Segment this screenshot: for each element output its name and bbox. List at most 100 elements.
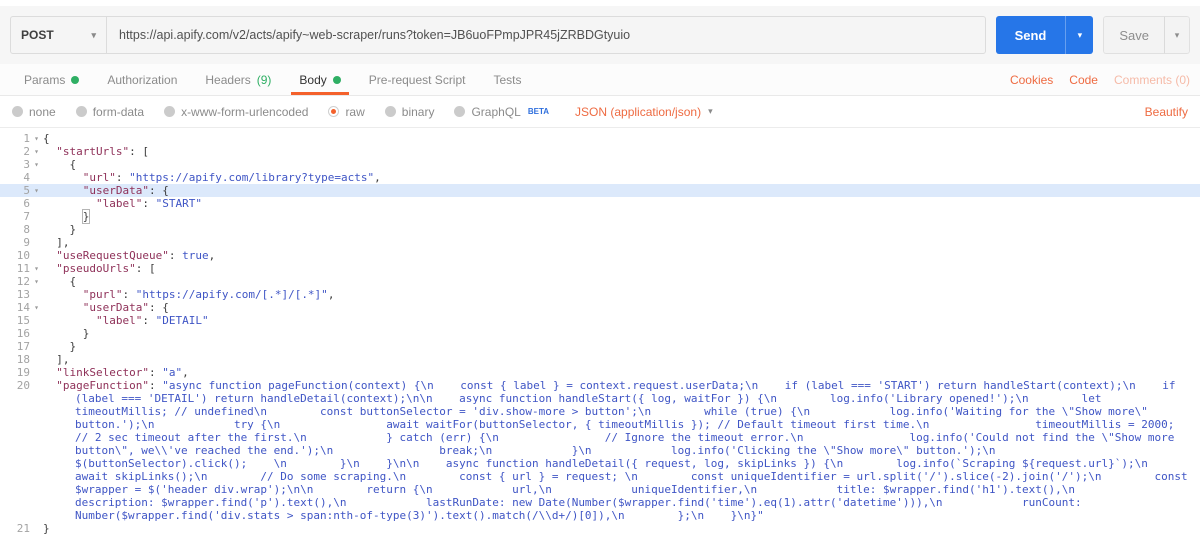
tab-headers[interactable]: Headers (9) <box>191 64 285 95</box>
fold-toggle-icon[interactable]: ▾ <box>30 158 43 171</box>
tab-tests[interactable]: Tests <box>479 64 535 95</box>
fold-toggle-icon[interactable]: ▾ <box>30 145 43 158</box>
code-line-10[interactable]: 10 "useRequestQueue": true, <box>0 249 1200 262</box>
save-button-group: Save ▾ <box>1103 16 1190 54</box>
line-number: 12 <box>16 275 30 288</box>
request-links: Cookies Code Comments (0) <box>1010 64 1190 95</box>
method-url-group: POST ▾ <box>10 16 986 54</box>
code-line-1[interactable]: 1 ▾{ <box>0 132 1200 145</box>
body-mode-label: GraphQL <box>471 104 521 119</box>
code-line-13[interactable]: 13 "purl": "https://apify.com/[.*]/[.*]"… <box>0 288 1200 301</box>
code-text: ], <box>43 236 70 249</box>
code-line-20[interactable]: 20 "pageFunction": "async function pageF… <box>0 379 1200 522</box>
beautify-link[interactable]: Beautify <box>1145 105 1188 119</box>
code-line-21[interactable]: 21} <box>0 522 1200 535</box>
code-text: "label": "START" <box>95 197 202 210</box>
code-text: "startUrls": [ <box>56 145 149 158</box>
code-line-11[interactable]: 11 ▾ "pseudoUrls": [ <box>0 262 1200 275</box>
send-options-button[interactable]: ▾ <box>1065 16 1094 54</box>
code-line-14[interactable]: 14 ▾ "userData": { <box>0 301 1200 314</box>
fold-toggle-icon[interactable]: ▾ <box>30 275 43 288</box>
body-mode-graphql[interactable]: GraphQL BETA <box>454 105 549 119</box>
send-button[interactable]: Send <box>995 16 1066 54</box>
fold-toggle-icon[interactable]: ▾ <box>30 132 43 145</box>
save-button[interactable]: Save <box>1103 16 1164 54</box>
tab-pre-request-script[interactable]: Pre-request Script <box>355 64 480 95</box>
radio-icon <box>75 106 87 117</box>
tab-label: Body <box>299 72 327 87</box>
code-text: { <box>43 275 77 288</box>
code-line-16[interactable]: 16 } <box>0 327 1200 340</box>
code-line-18[interactable]: 18 ], <box>0 353 1200 366</box>
body-mode-none[interactable]: none <box>12 105 56 119</box>
radio-icon <box>12 106 23 117</box>
code-line-15[interactable]: 15 "label": "DETAIL" <box>0 314 1200 327</box>
code-text: "label": "DETAIL" <box>95 314 209 327</box>
line-number: 6 <box>23 197 30 210</box>
line-number: 2 <box>23 145 30 158</box>
code-line-4[interactable]: 4 "url": "https://apify.com/library?type… <box>0 171 1200 184</box>
code-text: "url": "https://apify.com/library?type=a… <box>82 171 381 184</box>
code-line-9[interactable]: 9 ], <box>0 236 1200 249</box>
line-number: 4 <box>23 171 30 184</box>
code-text: "useRequestQueue": true, <box>56 249 216 262</box>
code-line-19[interactable]: 19 "linkSelector": "a", <box>0 366 1200 379</box>
url-input[interactable] <box>107 17 985 53</box>
method-select[interactable]: POST ▾ <box>11 17 107 53</box>
code-line-3[interactable]: 3 ▾ { <box>0 158 1200 171</box>
fold-toggle-icon[interactable]: ▾ <box>30 184 43 197</box>
code-line-8[interactable]: 8 } <box>0 223 1200 236</box>
content-type-label: JSON (application/json) <box>575 104 702 119</box>
code-line-7[interactable]: 7 } <box>0 209 1200 224</box>
code-text: "pseudoUrls": [ <box>56 262 156 275</box>
line-number: 18 <box>16 353 30 366</box>
chevron-down-icon: ▾ <box>708 106 713 116</box>
line-number: 17 <box>16 340 30 353</box>
tab-authorization[interactable]: Authorization <box>93 64 191 95</box>
comments-0-link[interactable]: Comments (0) <box>1114 73 1190 87</box>
request-tabs-bar: Params Authorization Headers (9) Body Pre-req… <box>0 64 1200 96</box>
radio-icon <box>164 106 176 117</box>
tab-label: Headers <box>205 72 251 87</box>
body-mode-x-www-form-urlencoded[interactable]: x-www-form-urlencoded <box>164 105 308 119</box>
content-type-select[interactable]: JSON (application/json) ▾ <box>575 105 713 119</box>
code-line-12[interactable]: 12 ▾ { <box>0 275 1200 288</box>
code-line-17[interactable]: 17 } <box>0 340 1200 353</box>
fold-toggle-icon[interactable]: ▾ <box>30 301 43 314</box>
code-editor[interactable]: 1 ▾{2 ▾ "startUrls": [3 ▾ {4 "url": "https:… <box>0 128 1200 535</box>
save-options-button[interactable]: ▾ <box>1164 16 1190 54</box>
body-mode-raw[interactable]: raw <box>328 105 365 119</box>
tab-params[interactable]: Params <box>10 64 93 95</box>
line-number: 5 <box>23 184 30 197</box>
line-number: 11 <box>16 262 30 275</box>
tab-label: Params <box>24 72 66 87</box>
code-text: "userData": { <box>82 184 169 197</box>
line-number: 19 <box>16 366 30 379</box>
body-mode-label: binary <box>401 104 435 119</box>
tab-body[interactable]: Body <box>285 64 354 95</box>
fold-toggle-icon[interactable]: ▾ <box>30 262 43 275</box>
body-mode-form-data[interactable]: form-data <box>75 105 144 119</box>
request-url-bar: POST ▾ Send ▾ Save ▾ <box>0 6 1200 64</box>
chevron-down-icon: ▾ <box>1077 29 1083 40</box>
tab-label: Tests <box>493 72 522 87</box>
code-link[interactable]: Code <box>1069 73 1098 87</box>
radio-icon <box>384 106 396 117</box>
body-mode-binary[interactable]: binary <box>384 104 435 119</box>
line-number: 3 <box>23 158 30 171</box>
cookies-link[interactable]: Cookies <box>1010 73 1053 87</box>
code-line-5[interactable]: 5 ▾ "userData": { <box>0 184 1200 197</box>
tab-label: Authorization <box>107 72 178 87</box>
line-number: 16 <box>16 327 30 340</box>
body-mode-label: x-www-form-urlencoded <box>181 104 309 119</box>
body-mode-label: none <box>29 104 56 119</box>
green-dot-indicator <box>332 75 341 84</box>
code-text: ], <box>43 353 70 366</box>
code-line-2[interactable]: 2 ▾ "startUrls": [ <box>0 145 1200 158</box>
code-text: } <box>43 522 50 535</box>
code-line-6[interactable]: 6 "label": "START" <box>0 197 1200 210</box>
code-text: } <box>43 223 77 236</box>
